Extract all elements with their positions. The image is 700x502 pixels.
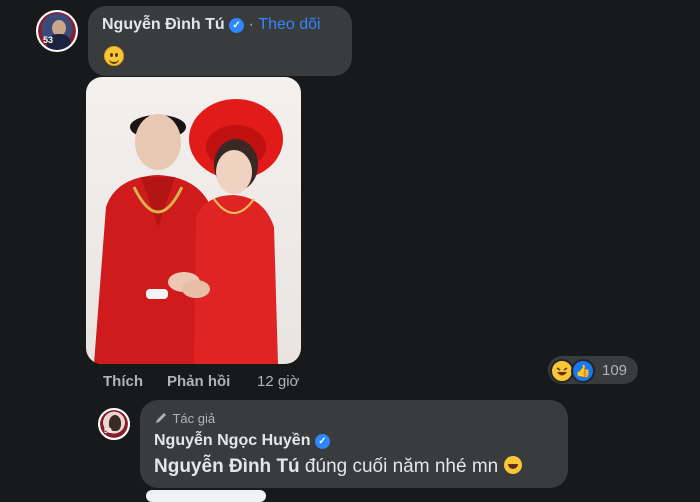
reply-action[interactable]: Phản hồi <box>167 373 230 390</box>
reaction-count: 109 <box>602 362 628 379</box>
reply-author-avatar[interactable]: 53 <box>98 408 130 440</box>
like-action[interactable]: Thích <box>103 373 143 390</box>
verified-badge-icon: ✓ <box>229 18 245 33</box>
avatar-badge-number: 53 <box>43 35 54 45</box>
reply-bubble: Tác giả Nguyễn Ngọc Huyền ✓ Nguyễn Đình … <box>140 400 568 488</box>
author-tag: Tác giả <box>172 411 216 426</box>
smile-emoji-icon <box>104 46 124 66</box>
comment-timestamp[interactable]: 12 giờ <box>257 373 299 390</box>
commenter-avatar[interactable]: 53 <box>36 10 78 52</box>
reply-message: đúng cuối năm nhé mn <box>299 456 499 477</box>
reply-author-name[interactable]: Nguyễn Ngọc Huyền <box>154 432 310 449</box>
commenter-name[interactable]: Nguyễn Đình Tú <box>102 16 225 33</box>
laughing-emoji-icon <box>503 456 522 474</box>
comment-photo[interactable] <box>86 77 301 364</box>
avatar-badge-number: 53 <box>104 428 112 435</box>
mention-link[interactable]: Nguyễn Đình Tú <box>154 456 300 477</box>
partial-next-item <box>146 490 266 502</box>
like-reaction-icon: 👍 <box>571 359 595 383</box>
comment-bubble: Nguyễn Đình Tú ✓ · Theo dõi <box>88 6 352 76</box>
verified-badge-icon: ✓ <box>314 434 330 449</box>
pencil-icon <box>156 413 166 423</box>
follow-link[interactable]: Theo dõi <box>258 16 320 33</box>
reply-text: Nguyễn Đình Tú đúng cuối năm nhé mn <box>154 456 522 478</box>
couple-photo-illustration <box>94 99 283 364</box>
